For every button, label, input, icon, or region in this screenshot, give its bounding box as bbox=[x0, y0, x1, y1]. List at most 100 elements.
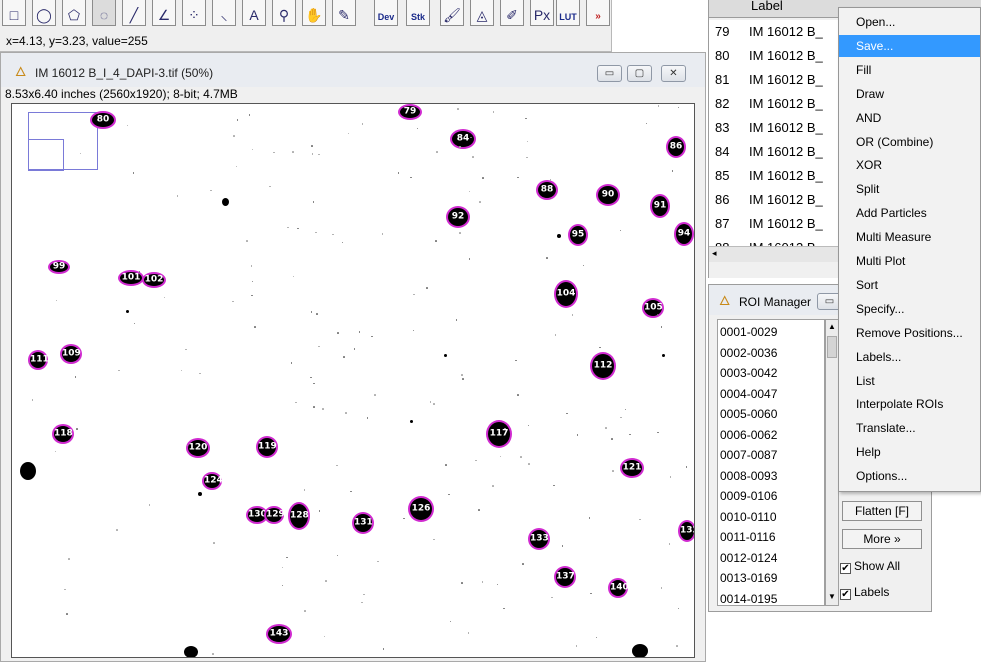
menu-item[interactable]: Fill bbox=[839, 59, 980, 81]
cell-roi[interactable]: 121 bbox=[622, 460, 642, 476]
list-item[interactable]: 0007-0087 bbox=[720, 445, 777, 465]
menu-item[interactable]: Remove Positions... bbox=[839, 322, 980, 344]
list-item[interactable]: 0001-0029 bbox=[720, 322, 777, 342]
roi-list-scrollbar[interactable]: ▲ ▼ bbox=[825, 319, 839, 606]
cell-roi[interactable]: 88 bbox=[538, 182, 556, 198]
cell-roi[interactable]: 94 bbox=[676, 224, 692, 244]
menu-item[interactable]: Multi Plot bbox=[839, 250, 980, 272]
wand-tool[interactable]: ⸜ bbox=[212, 0, 236, 26]
list-item[interactable]: 0005-0060 bbox=[720, 404, 777, 424]
show-all-checkbox[interactable]: ✔ Show All bbox=[840, 559, 900, 574]
menu-item[interactable]: Sort bbox=[839, 274, 980, 296]
menu-item[interactable]: Labels... bbox=[839, 346, 980, 368]
cell-roi[interactable]: 129 bbox=[266, 508, 285, 522]
scroll-thumb[interactable] bbox=[827, 336, 837, 358]
list-item[interactable]: 0012-0124 bbox=[720, 548, 777, 568]
menu-item[interactable]: Options... bbox=[839, 465, 980, 487]
menu-item[interactable]: Save... bbox=[839, 34, 980, 57]
pencil-tool[interactable]: ✐ bbox=[500, 0, 524, 26]
oval-tool[interactable]: ◯ bbox=[32, 0, 56, 26]
cell-roi[interactable]: 137 bbox=[556, 568, 575, 586]
cell-roi[interactable]: 112 bbox=[592, 354, 614, 378]
menu-item[interactable]: List bbox=[839, 370, 980, 392]
more-tools[interactable]: » bbox=[586, 0, 610, 26]
cell-roi[interactable]: 111 bbox=[30, 352, 49, 368]
image-window-titlebar[interactable]: 🜂 IM 16012 B_I_4_DAPI-3.tif (50%) ▭ ▢ ✕ bbox=[1, 53, 705, 87]
cell-roi[interactable]: 91 bbox=[652, 196, 668, 216]
table-row[interactable]: 80 IM 16012 B_ bbox=[709, 44, 849, 68]
menu-item[interactable]: Split bbox=[839, 178, 980, 200]
multipoint-tool[interactable]: ⁘ bbox=[182, 0, 206, 26]
roi-list[interactable]: 0001-0029 0002-0036 0003-0042 0004-0047 0005… bbox=[717, 319, 825, 606]
flood-fill-tool[interactable]: ◬ bbox=[470, 0, 494, 26]
color-picker-tool[interactable]: ✎ bbox=[332, 0, 356, 26]
image-canvas[interactable]: 80 79 84 86 88 90 91 92 95 94 99 101 102 104 105 111 109… bbox=[11, 103, 695, 658]
cell-roi[interactable]: 92 bbox=[448, 208, 468, 226]
scroll-down-icon[interactable]: ▼ bbox=[826, 590, 838, 604]
list-item[interactable]: 0008-0093 bbox=[720, 466, 777, 486]
lut-menu-tool[interactable]: LUT bbox=[556, 0, 580, 26]
cell-roi[interactable]: 86 bbox=[668, 138, 684, 156]
menu-item[interactable]: Help bbox=[839, 441, 980, 463]
menu-item[interactable]: Multi Measure bbox=[839, 226, 980, 248]
menu-item[interactable]: AND bbox=[839, 107, 980, 129]
list-item[interactable]: 0003-0042 bbox=[720, 363, 777, 383]
cell-roi[interactable]: 90 bbox=[598, 186, 618, 204]
list-item[interactable]: 0014-0195 bbox=[720, 589, 777, 606]
cell-roi[interactable]: 104 bbox=[556, 282, 576, 306]
cell-roi[interactable]: 95 bbox=[570, 226, 586, 244]
pixel-inspector-tool[interactable]: Px bbox=[530, 0, 554, 26]
menu-item[interactable]: Draw bbox=[839, 83, 980, 105]
cell-roi[interactable]: 84 bbox=[452, 131, 474, 147]
list-item[interactable]: 0002-0036 bbox=[720, 343, 777, 363]
list-item[interactable]: 0010-0110 bbox=[720, 507, 777, 527]
cell-roi[interactable]: 79 bbox=[400, 106, 420, 118]
magnifier-tool[interactable]: ⚲ bbox=[272, 0, 296, 26]
list-item[interactable]: 0006-0062 bbox=[720, 425, 777, 445]
table-row[interactable]: 85 IM 16012 B_ bbox=[709, 164, 849, 188]
cell-roi[interactable]: 117 bbox=[488, 422, 510, 446]
table-row[interactable]: 83 IM 16012 B_ bbox=[709, 116, 849, 140]
table-row[interactable]: 87 IM 16012 B_ bbox=[709, 212, 849, 236]
dev-menu-tool[interactable]: Dev bbox=[374, 0, 398, 26]
scroll-left-icon[interactable]: ◂ bbox=[712, 248, 717, 259]
menu-item[interactable]: Translate... bbox=[839, 417, 980, 439]
cell-roi[interactable]: 124 bbox=[204, 474, 223, 488]
close-button[interactable]: ✕ bbox=[661, 65, 686, 82]
cell-roi[interactable]: 105 bbox=[644, 300, 663, 316]
polygon-tool[interactable]: ⬠ bbox=[62, 0, 86, 26]
cell-roi[interactable]: 120 bbox=[188, 440, 208, 456]
cell-roi[interactable]: 80 bbox=[92, 113, 114, 127]
brush-tool[interactable]: 🖌 bbox=[440, 0, 464, 26]
cell-roi[interactable]: 128 bbox=[290, 504, 309, 528]
results-horizontal-scrollbar[interactable]: ◂ bbox=[709, 246, 849, 262]
more-button[interactable]: More » bbox=[842, 529, 922, 549]
list-item[interactable]: 0004-0047 bbox=[720, 384, 777, 404]
menu-item[interactable]: Specify... bbox=[839, 298, 980, 320]
scroll-tool[interactable]: ✋ bbox=[302, 0, 326, 26]
cell-roi[interactable]: 119 bbox=[258, 438, 277, 456]
list-item[interactable]: 0009-0106 bbox=[720, 486, 777, 506]
menu-item[interactable]: XOR bbox=[839, 154, 980, 176]
table-row[interactable]: 81 IM 16012 B_ bbox=[709, 68, 849, 92]
list-item[interactable]: 0011-0116 bbox=[720, 527, 776, 547]
menu-item[interactable]: Interpolate ROIs bbox=[839, 393, 980, 415]
text-tool[interactable]: A bbox=[242, 0, 266, 26]
menu-item[interactable]: Add Particles bbox=[839, 202, 980, 224]
table-row[interactable]: 84 IM 16012 B_ bbox=[709, 140, 849, 164]
cell-roi[interactable]: 118 bbox=[54, 426, 73, 442]
cell-roi[interactable]: 130 bbox=[248, 508, 267, 522]
line-tool[interactable]: ╱ bbox=[122, 0, 146, 26]
cell-roi[interactable]: 140 bbox=[610, 580, 629, 596]
cell-roi[interactable]: 99 bbox=[50, 262, 68, 272]
cell-roi[interactable]: 109 bbox=[62, 346, 81, 362]
cell-roi[interactable]: 126 bbox=[410, 498, 432, 520]
cell-roi[interactable]: 131 bbox=[354, 514, 373, 532]
cell-roi[interactable]: 101 bbox=[120, 272, 142, 284]
cell-roi[interactable]: 102 bbox=[144, 274, 164, 286]
minimize-button[interactable]: ▭ bbox=[597, 65, 622, 82]
scroll-up-icon[interactable]: ▲ bbox=[826, 320, 838, 334]
table-row[interactable]: 82 IM 16012 B_ bbox=[709, 92, 849, 116]
menu-item[interactable]: OR (Combine) bbox=[839, 131, 980, 153]
table-row[interactable]: 79 IM 16012 B_ bbox=[709, 20, 849, 44]
